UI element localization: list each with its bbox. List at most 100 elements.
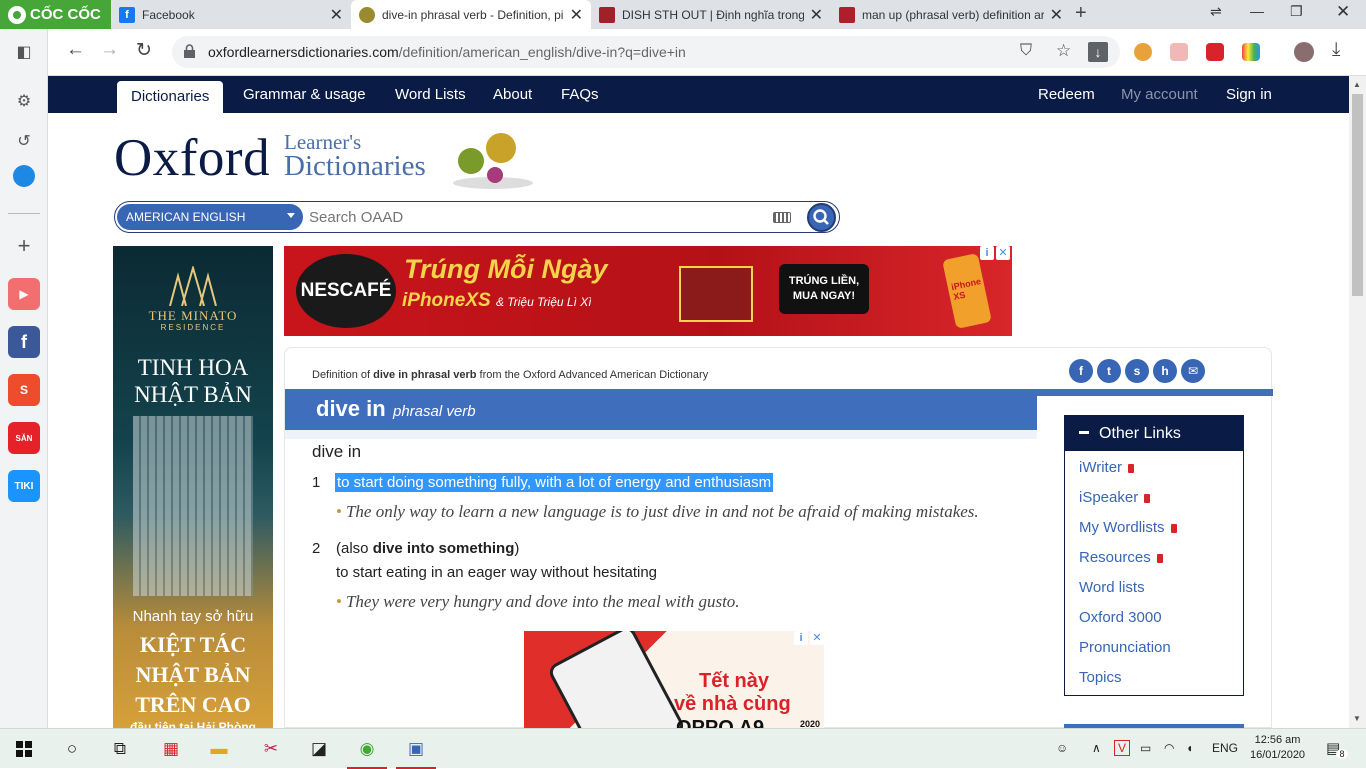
- hi5-icon[interactable]: h: [1153, 359, 1177, 383]
- nav-sign-in[interactable]: Sign in: [1226, 76, 1272, 113]
- source-pre: Definition of: [312, 369, 374, 381]
- link-my-wordlists[interactable]: My Wordlists: [1079, 519, 1177, 536]
- maximize-icon[interactable]: ❐: [1290, 3, 1303, 20]
- coccoc-taskbar-icon[interactable]: ◉: [347, 735, 387, 769]
- reload-icon[interactable]: ↻: [136, 39, 152, 62]
- nav-dictionaries[interactable]: Dictionaries: [117, 81, 224, 113]
- link-topics[interactable]: Topics: [1079, 669, 1122, 686]
- minimize-icon[interactable]: —: [1250, 3, 1264, 19]
- search-button[interactable]: [807, 203, 836, 232]
- phrase-label: dive in: [312, 442, 362, 461]
- shield-icon[interactable]: ⛉: [1020, 42, 1032, 60]
- oxford-logo[interactable]: Oxford Learner's Dictionaries: [114, 128, 426, 188]
- youtube-icon[interactable]: ▶: [8, 278, 40, 310]
- clock[interactable]: 12:56 am 16/01/2020: [1250, 733, 1305, 763]
- extension-shield-icon[interactable]: [1170, 43, 1188, 61]
- bookmark-star-icon[interactable]: ☆: [1056, 41, 1071, 61]
- link-iwriter[interactable]: iWriter: [1079, 459, 1135, 476]
- close-tab-icon[interactable]: ✕: [810, 5, 823, 25]
- nav-about[interactable]: About: [493, 76, 532, 113]
- forward-icon[interactable]: →: [100, 39, 119, 61]
- close-tab-icon[interactable]: ✕: [330, 5, 343, 25]
- app-taskbar-icon[interactable]: ▣: [396, 735, 436, 769]
- messenger-icon[interactable]: [13, 165, 35, 187]
- history-icon[interactable]: ↺: [8, 125, 40, 157]
- other-links-header[interactable]: Other Links: [1065, 416, 1243, 451]
- facebook-icon[interactable]: f: [1069, 359, 1093, 383]
- nav-redeem[interactable]: Redeem: [1038, 76, 1095, 113]
- close-ad-icon[interactable]: ✕: [996, 246, 1010, 260]
- new-tab-icon[interactable]: +: [1075, 2, 1087, 25]
- sense-1-definition[interactable]: to start doing something fully, with a l…: [335, 473, 774, 492]
- link-oxford-3000[interactable]: Oxford 3000: [1079, 609, 1162, 626]
- search-input[interactable]: [309, 207, 769, 227]
- sticky-notes-icon[interactable]: ◪: [305, 735, 333, 763]
- nav-grammar-usage[interactable]: Grammar & usage: [243, 76, 366, 113]
- coccoc-menu-button[interactable]: CỐC CỐC: [0, 0, 111, 29]
- extension-red-icon[interactable]: [1206, 43, 1224, 61]
- sense-2-example: • They were very hungry and dove into the…: [336, 592, 740, 612]
- close-tab-icon[interactable]: ✕: [1050, 5, 1063, 25]
- windows-start-icon[interactable]: [16, 741, 32, 757]
- page-scrollbar[interactable]: ▲ ▼: [1349, 76, 1366, 728]
- scroll-up-icon[interactable]: ▲: [1353, 80, 1361, 89]
- nav-my-account[interactable]: My account: [1121, 76, 1198, 113]
- vietkey-icon[interactable]: V: [1114, 740, 1130, 756]
- shopee-icon[interactable]: S: [8, 374, 40, 406]
- close-tab-icon[interactable]: ✕: [570, 5, 583, 25]
- browser-brand: CỐC CỐC: [30, 6, 101, 23]
- nav-faqs[interactable]: FAQs: [561, 76, 599, 113]
- wifi-icon[interactable]: ◠: [1164, 741, 1174, 755]
- tab-dive-in[interactable]: dive-in phrasal verb - Definition, pi ✕: [351, 0, 591, 29]
- ad-oppo[interactable]: Tết này về nhà cùng OPPO A9 2020 i ✕: [524, 631, 824, 728]
- sendo-icon[interactable]: SĂN: [8, 422, 40, 454]
- keyboard-icon[interactable]: [773, 212, 791, 223]
- adchoices-icon[interactable]: i: [794, 631, 808, 645]
- ad-line-3: OPPO A9: [676, 717, 765, 728]
- battery-icon[interactable]: ▭: [1140, 741, 1151, 755]
- snipping-tool-icon[interactable]: ✂: [257, 735, 285, 763]
- scrollbar-thumb[interactable]: [1352, 94, 1363, 296]
- ad-minato[interactable]: THE MINATO RESIDENCE TINH HOA NHẬT BẢN N…: [113, 246, 273, 728]
- link-word-lists[interactable]: Word lists: [1079, 579, 1145, 596]
- link-pronunciation[interactable]: Pronunciation: [1079, 639, 1171, 656]
- tab-search-icon[interactable]: ⇌: [1210, 3, 1222, 20]
- link-ispeaker[interactable]: iSpeaker: [1079, 489, 1151, 506]
- language-indicator[interactable]: ENG: [1212, 741, 1238, 755]
- email-icon[interactable]: ✉: [1181, 359, 1205, 383]
- lock-icon: [1128, 464, 1135, 473]
- headword: dive in: [316, 396, 386, 421]
- link-resources[interactable]: Resources: [1079, 549, 1163, 566]
- volume-icon[interactable]: ◖: [1186, 741, 1193, 755]
- add-app-icon[interactable]: +: [8, 230, 40, 262]
- close-ad-icon[interactable]: ✕: [810, 631, 824, 645]
- task-view-icon[interactable]: ⧉: [106, 735, 134, 763]
- show-hidden-icon[interactable]: ∧: [1092, 741, 1101, 755]
- file-explorer-icon[interactable]: ▬: [205, 735, 233, 763]
- ad-nescafe[interactable]: NESCAFÉ Trúng Mỗi Ngày iPhoneXS & Triệu …: [284, 246, 1012, 336]
- people-icon[interactable]: ☺: [1056, 741, 1068, 755]
- back-icon[interactable]: ←: [66, 39, 85, 61]
- adchoices-icon[interactable]: i: [980, 246, 994, 260]
- tab-dish-sth-out[interactable]: DISH STH OUT | Định nghĩa trong ✕: [591, 0, 831, 29]
- tiki-icon[interactable]: TIKI: [8, 470, 40, 502]
- facebook-icon[interactable]: f: [8, 326, 40, 358]
- downloads-icon[interactable]: ⤓: [1332, 39, 1340, 61]
- nav-word-lists[interactable]: Word Lists: [395, 76, 466, 113]
- dictionary-select[interactable]: AMERICAN ENGLISH: [117, 204, 303, 230]
- scroll-down-icon[interactable]: ▼: [1353, 714, 1361, 723]
- address-bar[interactable]: oxfordlearnersdictionaries.com/definitio…: [172, 36, 1120, 68]
- settings-icon[interactable]: ⚙: [8, 85, 40, 117]
- extension-color-icon[interactable]: [1242, 43, 1260, 61]
- tab-man-up[interactable]: man up (phrasal verb) definition ar ✕: [831, 0, 1071, 29]
- avatar[interactable]: [1294, 42, 1314, 62]
- sidebar-toggle-icon[interactable]: ◧: [8, 36, 40, 68]
- extension-chrome-icon[interactable]: [1134, 43, 1152, 61]
- download-page-icon[interactable]: ↓: [1088, 42, 1108, 62]
- search-icon[interactable]: ○: [58, 735, 86, 763]
- close-window-icon[interactable]: ✕: [1336, 2, 1350, 22]
- tab-facebook[interactable]: f Facebook ✕: [111, 0, 351, 29]
- paint-app-icon[interactable]: ▦: [157, 735, 185, 763]
- stumbleupon-icon[interactable]: s: [1125, 359, 1149, 383]
- twitter-icon[interactable]: t: [1097, 359, 1121, 383]
